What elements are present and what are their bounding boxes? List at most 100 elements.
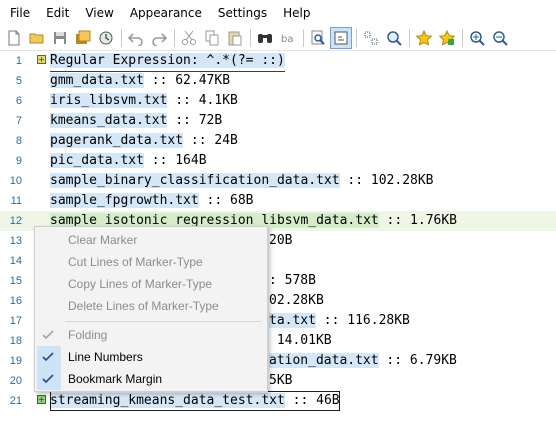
size-text: 02.28KB (269, 293, 324, 308)
match-text: pic_data.txt (50, 153, 144, 168)
line-number: 8 (15, 135, 22, 147)
paste-icon[interactable] (224, 27, 246, 49)
menu-item-delete-lines[interactable]: Delete Lines of Marker-Type (35, 295, 267, 317)
menu-item-clear-marker[interactable]: Clear Marker (35, 229, 267, 251)
check-icon (42, 352, 54, 362)
toolbar-separator (174, 29, 175, 47)
line-number: 18 (9, 335, 22, 347)
menu-item-bookmark-margin[interactable]: Bookmark Margin (35, 368, 267, 390)
match-text: streaming_kmeans_data_test.txt (50, 393, 285, 408)
line-text: sample_fpgrowth.txt :: 68B (50, 191, 254, 211)
line-text: sample_binary_classification_data.txt ::… (50, 171, 434, 191)
bookmark-add-icon[interactable] (436, 27, 458, 49)
line-text: pic_data.txt :: 164B (50, 151, 207, 171)
line-text: kmeans_data.txt :: 72B (50, 111, 222, 131)
save-icon[interactable] (49, 27, 71, 49)
zoom-out-icon[interactable] (489, 27, 511, 49)
line-text: streaming_kmeans_data_test.txt :: 46B (50, 391, 340, 411)
line-text: pagerank_data.txt :: 24B (50, 131, 238, 151)
line-text: 14.01KB (269, 331, 332, 351)
reload-icon[interactable] (95, 27, 117, 49)
cut-icon[interactable] (178, 27, 200, 49)
menu-edit[interactable]: Edit (38, 0, 77, 26)
line-number: 9 (15, 155, 22, 167)
menu-item-folding[interactable]: Folding (35, 324, 267, 346)
menu-view[interactable]: View (77, 0, 121, 26)
line-number: 21 (9, 395, 22, 407)
menu-item-copy-lines[interactable]: Copy Lines of Marker-Type (35, 273, 267, 295)
editor-line[interactable]: 9 pic_data.txt :: 164B (0, 151, 556, 171)
line-number: 13 (9, 235, 22, 247)
size-text: 14.01KB (269, 333, 332, 348)
match-text: ation_data.txt (269, 353, 379, 368)
size-text: :: 6.79KB (378, 353, 457, 368)
find-icon[interactable] (254, 27, 276, 49)
line-number: 20 (9, 375, 22, 387)
find-in-files-icon[interactable] (307, 27, 329, 49)
editor-line[interactable]: 10 sample_binary_classification_data.txt… (0, 171, 556, 191)
line-text: ation_data.txt :: 6.79KB (269, 351, 457, 371)
menu-separator (65, 321, 261, 322)
line-number: 15 (9, 275, 22, 287)
toolbar-separator (409, 29, 410, 47)
line-text: gmm_data.txt :: 62.47KB (50, 71, 230, 91)
menu-item-cut-lines[interactable]: Cut Lines of Marker-Type (35, 251, 267, 273)
fold-marker-icon[interactable]: + (37, 395, 46, 404)
zoom-icon[interactable] (383, 27, 405, 49)
match-text: sample_fpgrowth.txt (50, 193, 199, 208)
editor-line[interactable]: 6 iris_libsvm.txt :: 4.1KB (0, 91, 556, 111)
open-folder-icon[interactable] (26, 27, 48, 49)
editor-line[interactable]: 5 gmm_data.txt :: 62.47KB (0, 71, 556, 91)
line-number: 14 (9, 255, 22, 267)
size-text: :: 116.28KB (315, 313, 410, 328)
toolbar-separator (303, 29, 304, 47)
menu-bar: File Edit View Appearance Settings Help (0, 0, 556, 26)
size-text: :: 4.1KB (167, 93, 238, 108)
menu-file[interactable]: File (0, 0, 38, 26)
menu-appearance[interactable]: Appearance (122, 0, 210, 26)
zoom-in-icon[interactable] (466, 27, 488, 49)
size-text: :: 102.28KB (339, 173, 434, 188)
editor-line[interactable]: 11 sample_fpgrowth.txt :: 68B (0, 191, 556, 211)
size-text: :: 72B (167, 113, 223, 128)
menu-settings[interactable]: Settings (210, 0, 275, 26)
line-text: 02.28KB (269, 291, 324, 311)
save-all-icon[interactable] (72, 27, 94, 49)
undo-icon[interactable] (125, 27, 147, 49)
bookmark-star-icon[interactable] (413, 27, 435, 49)
line-text: Regular Expression: ^.*(?= ::) (50, 51, 285, 72)
match-text: kmeans_data.txt (50, 113, 168, 128)
editor-line[interactable]: 1 + Regular Expression: ^.*(?= ::) (0, 51, 556, 72)
editor-line[interactable]: 21 + streaming_kmeans_data_test.txt :: 4… (0, 391, 556, 411)
line-text: iris_libsvm.txt :: 4.1KB (50, 91, 238, 111)
line-text: 5KB (269, 371, 292, 391)
match-text: gmm_data.txt (50, 73, 144, 88)
new-file-icon[interactable] (3, 27, 25, 49)
match-text: iris_libsvm.txt (50, 93, 168, 108)
match-text: sample_binary_classification_data.txt (50, 173, 340, 188)
editor-line[interactable]: 8 pagerank_data.txt :: 24B (0, 131, 556, 151)
line-number: 1 (15, 55, 22, 67)
size-text: :: 68B (198, 193, 254, 208)
replace-icon[interactable]: ba (277, 27, 299, 49)
check-icon (42, 330, 54, 340)
word-wrap-icon[interactable] (330, 27, 352, 49)
copy-icon[interactable] (201, 27, 223, 49)
match-text: pagerank_data.txt (50, 133, 184, 148)
editor-line[interactable]: 7 kmeans_data.txt :: 72B (0, 111, 556, 131)
line-number: 10 (9, 175, 22, 187)
menu-item-line-numbers[interactable]: Line Numbers (35, 346, 267, 368)
menu-help[interactable]: Help (275, 0, 318, 26)
line-number: 7 (15, 115, 22, 127)
fold-marker-icon[interactable]: + (37, 55, 46, 64)
line-number: 16 (9, 295, 22, 307)
line-text: : 578B (269, 271, 316, 291)
mark-icon[interactable] (360, 27, 382, 49)
line-number: 6 (15, 95, 22, 107)
size-text: :: 164B (143, 153, 207, 168)
toolbar-separator (356, 29, 357, 47)
redo-icon[interactable] (148, 27, 170, 49)
size-text: : 578B (269, 273, 316, 288)
size-text: :: 62.47KB (143, 73, 231, 88)
line-number: 19 (9, 355, 22, 367)
